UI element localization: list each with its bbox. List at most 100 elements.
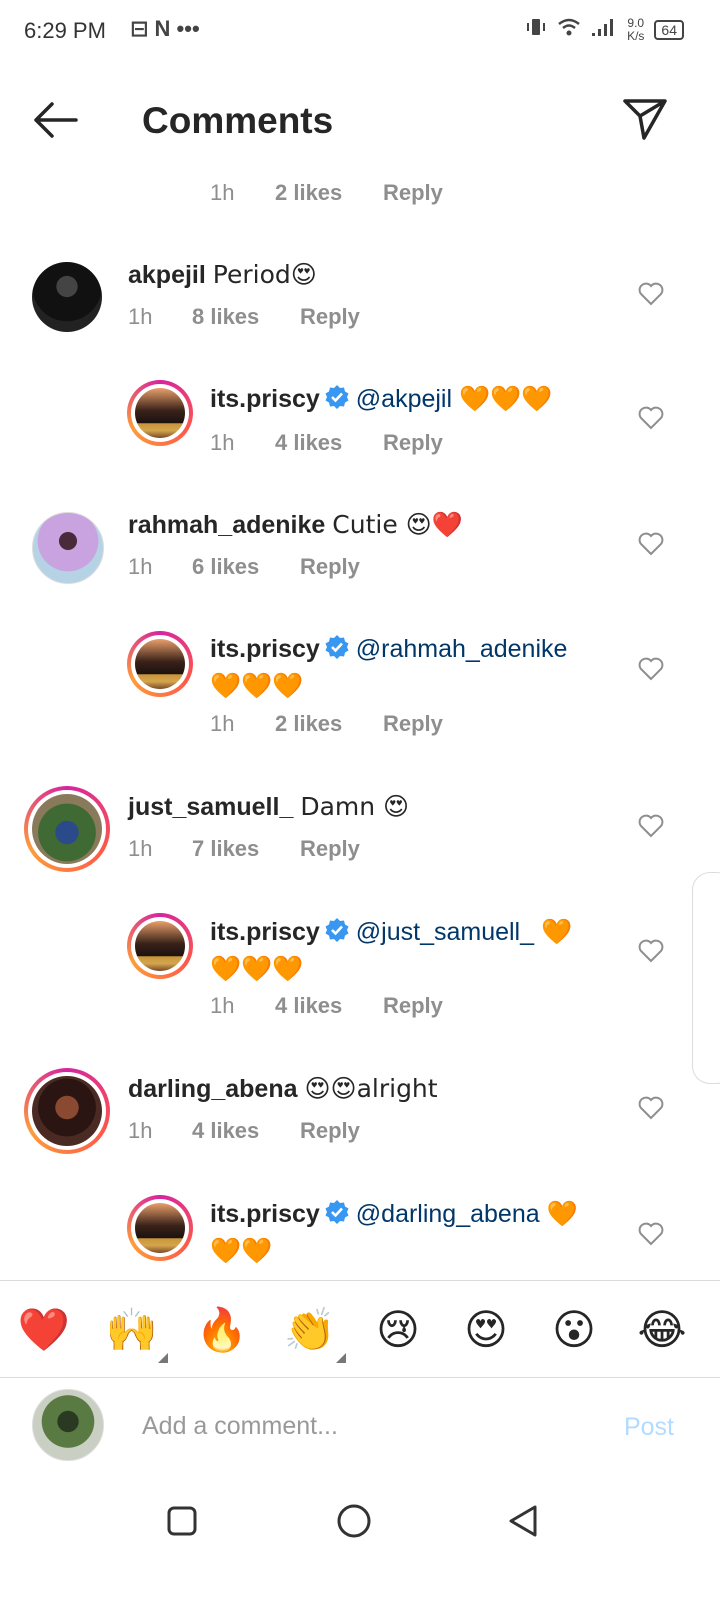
comment-username[interactable]: its.priscy bbox=[210, 385, 320, 413]
comment-time: 1h bbox=[128, 1118, 153, 1143]
verified-badge-icon bbox=[324, 1199, 350, 1234]
comment-likes[interactable]: 6 likes bbox=[192, 554, 259, 580]
comment-username[interactable]: darling_abena bbox=[128, 1075, 298, 1103]
comment-time: 1h bbox=[210, 993, 235, 1018]
comment-username[interactable]: just_samuell_ bbox=[128, 793, 293, 821]
comment-likes[interactable]: 2 likes bbox=[275, 180, 342, 206]
comment-meta: 1h 2 likes Reply bbox=[0, 180, 720, 210]
comment-likes[interactable]: 4 likes bbox=[275, 430, 342, 456]
like-heart-icon[interactable] bbox=[638, 532, 664, 556]
post-button[interactable]: Post bbox=[624, 1413, 674, 1442]
like-heart-icon[interactable] bbox=[638, 939, 664, 963]
like-heart-icon[interactable] bbox=[638, 1096, 664, 1120]
like-heart-icon[interactable] bbox=[638, 814, 664, 838]
signal-icon bbox=[591, 17, 617, 42]
system-nav-bar bbox=[0, 1480, 720, 1600]
emoji-heart-eyes-button[interactable]: 😍 bbox=[458, 1305, 514, 1355]
comment-likes[interactable]: 4 likes bbox=[275, 993, 342, 1019]
comment-text: darling_abena 😍😍alright bbox=[128, 1072, 438, 1106]
comment-text: rahmah_adenike Cutie 😍❤️ bbox=[128, 508, 463, 542]
status-bar: 6:29 PM ⊟ N ••• 9.0 K/s 64 bbox=[0, 0, 720, 64]
emoji-raised-hands-glyph: 🙌 bbox=[105, 1305, 159, 1354]
comment-likes[interactable]: 8 likes bbox=[192, 304, 259, 330]
emoji-clap-button[interactable]: 👏 bbox=[282, 1305, 346, 1363]
mention-link[interactable]: @darling_abena bbox=[356, 1200, 540, 1228]
reply-row: its.priscy @darling_abena 🧡 🧡🧡 bbox=[0, 1195, 720, 1275]
reply-button[interactable]: Reply bbox=[300, 836, 360, 862]
emoji-fire-button[interactable]: 🔥 bbox=[194, 1305, 250, 1355]
mention-link[interactable]: @just_samuell_ bbox=[356, 918, 534, 946]
comment-meta: 1h 2 likes Reply bbox=[0, 711, 720, 741]
like-heart-icon[interactable] bbox=[638, 406, 664, 430]
comment-meta: 1h 6 likes Reply bbox=[0, 554, 720, 584]
comment-body: Period😍 bbox=[212, 260, 317, 289]
comment-meta: 1h 8 likes Reply bbox=[0, 304, 720, 334]
verified-badge-icon bbox=[324, 634, 350, 669]
comment-username[interactable]: rahmah_adenike bbox=[128, 511, 325, 539]
reply-button[interactable]: Reply bbox=[300, 304, 360, 330]
comment-username[interactable]: its.priscy bbox=[210, 635, 320, 663]
mention-link[interactable]: @akpejil bbox=[356, 385, 452, 413]
reply-button[interactable]: Reply bbox=[300, 1118, 360, 1144]
emoji-raised-hands-button[interactable]: 🙌 bbox=[104, 1305, 168, 1363]
recent-apps-icon[interactable] bbox=[166, 1505, 198, 1537]
like-heart-icon[interactable] bbox=[638, 1222, 664, 1246]
reply-button[interactable]: Reply bbox=[383, 711, 443, 737]
comment-username[interactable]: its.priscy bbox=[210, 1200, 320, 1228]
emoji-joy-button[interactable]: 😂 bbox=[634, 1305, 690, 1355]
avatar[interactable] bbox=[127, 913, 193, 979]
arrow-left-icon bbox=[34, 102, 78, 138]
comment-text: its.priscy @darling_abena 🧡 🧡🧡 bbox=[210, 1197, 610, 1268]
comment-likes[interactable]: 2 likes bbox=[275, 711, 342, 737]
like-heart-icon[interactable] bbox=[638, 657, 664, 681]
comment-likes[interactable]: 7 likes bbox=[192, 836, 259, 862]
emoji-crying-button[interactable]: 😢 bbox=[370, 1305, 426, 1355]
reply-row: its.priscy @just_samuell_ 🧡 🧡🧡🧡 1h 4 like… bbox=[0, 913, 720, 1023]
net-speed-unit: K/s bbox=[627, 28, 645, 43]
reply-button[interactable]: Reply bbox=[383, 430, 443, 456]
emoji-heart-button[interactable]: ❤️ bbox=[16, 1305, 72, 1355]
avatar[interactable] bbox=[127, 631, 193, 697]
comment-username[interactable]: akpejil bbox=[128, 261, 206, 289]
side-edge-tab[interactable] bbox=[692, 872, 720, 1084]
comment-body: Damn 😍 bbox=[300, 792, 410, 821]
mention-link[interactable]: @rahmah_adenike bbox=[356, 635, 568, 663]
comment-username[interactable]: its.priscy bbox=[210, 918, 320, 946]
reply-button[interactable]: Reply bbox=[300, 554, 360, 580]
home-icon[interactable] bbox=[336, 1503, 372, 1539]
my-avatar bbox=[32, 1389, 104, 1461]
comment-meta: 1h 4 likes Reply bbox=[0, 430, 720, 460]
header: Comments bbox=[0, 64, 720, 179]
back-triangle-icon[interactable] bbox=[506, 1503, 540, 1539]
comment-text: its.priscy @akpejil 🧡🧡🧡 bbox=[210, 382, 552, 419]
skin-tone-indicator bbox=[336, 1353, 346, 1363]
notification-icons: ⊟ N ••• bbox=[130, 16, 200, 41]
comment-row: rahmah_adenike Cutie 😍❤️ 1h 6 likes Repl… bbox=[0, 506, 720, 596]
reply-button[interactable]: Reply bbox=[383, 180, 443, 206]
back-button[interactable] bbox=[30, 98, 80, 142]
comment-body-line2: 🧡🧡 bbox=[210, 1236, 273, 1265]
comment-meta: 1h 4 likes Reply bbox=[0, 993, 720, 1023]
comment-row: darling_abena 😍😍alright 1h 4 likes Reply bbox=[0, 1068, 720, 1158]
comment-time: 1h bbox=[210, 430, 235, 455]
reply-button[interactable]: Reply bbox=[383, 993, 443, 1019]
emoji-quick-bar: ❤️ 🙌 🔥 👏 😢 😍 😮 😂 bbox=[0, 1280, 720, 1378]
comment-time: 1h bbox=[128, 554, 153, 579]
comment-body: 🧡🧡🧡 bbox=[210, 671, 304, 700]
comment-meta: 1h 4 likes Reply bbox=[0, 1118, 720, 1148]
emoji-clap-glyph: 👏 bbox=[283, 1305, 337, 1354]
verified-badge-icon bbox=[324, 917, 350, 952]
share-button[interactable] bbox=[622, 96, 668, 142]
comment-time: 1h bbox=[128, 304, 153, 329]
like-heart-icon[interactable] bbox=[638, 282, 664, 306]
comment-body: Cutie 😍❤️ bbox=[332, 510, 463, 539]
comment-input[interactable] bbox=[140, 1403, 584, 1449]
vibrate-icon bbox=[525, 16, 547, 43]
wifi-icon bbox=[557, 17, 581, 42]
comment-likes[interactable]: 4 likes bbox=[192, 1118, 259, 1144]
comment-body: 🧡 bbox=[546, 1199, 578, 1228]
comment-meta: 1h 7 likes Reply bbox=[0, 836, 720, 866]
comment-text: its.priscy @just_samuell_ 🧡 🧡🧡🧡 bbox=[210, 915, 610, 986]
avatar[interactable] bbox=[127, 1195, 193, 1261]
emoji-surprised-button[interactable]: 😮 bbox=[546, 1305, 602, 1355]
